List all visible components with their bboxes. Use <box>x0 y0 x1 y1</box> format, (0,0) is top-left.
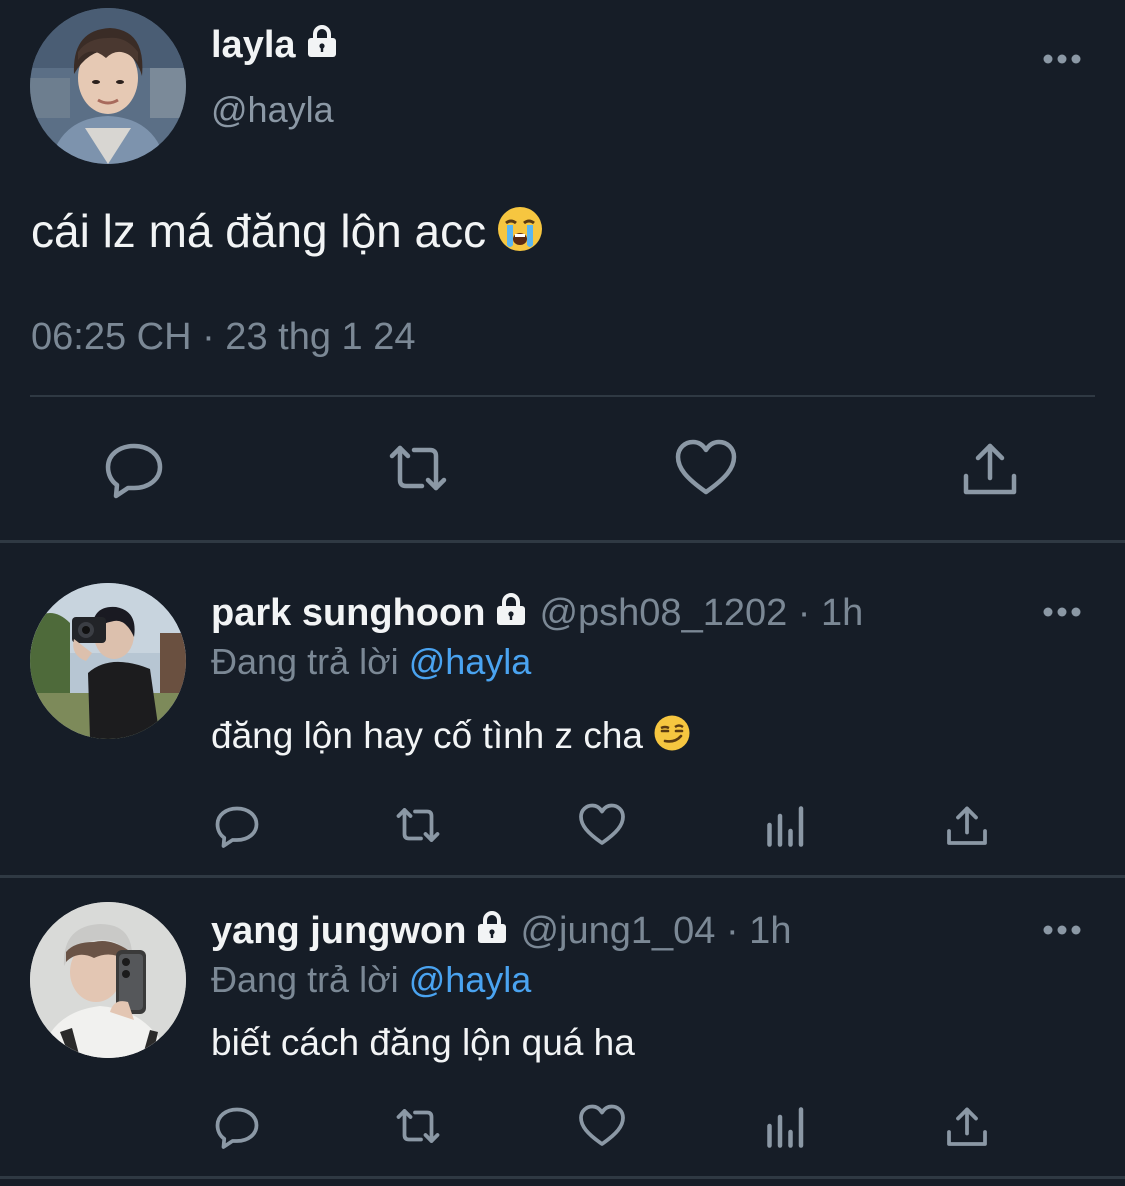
divider <box>0 1176 1125 1179</box>
mention-link[interactable]: @hayla <box>409 959 532 1000</box>
more-options-icon[interactable] <box>1042 605 1082 617</box>
lock-icon <box>304 23 340 70</box>
display-name[interactable]: yang jungwon <box>211 910 466 952</box>
display-name-text[interactable]: layla <box>211 24 296 66</box>
reply-tweet[interactable]: park sunghoon @psh08_1202 · 1h Đang trả l… <box>0 543 1125 875</box>
lock-icon <box>474 909 510 956</box>
replying-to-line: Đang trả lời @hayla <box>211 640 531 684</box>
tweet-text-content: cái lz má đăng lộn acc <box>31 205 487 257</box>
reply-text-content: đăng lộn hay cố tình z cha <box>211 715 643 756</box>
reply-header: yang jungwon @jung1_04 · 1h <box>211 908 791 956</box>
reply-tweet[interactable]: yang jungwon @jung1_04 · 1h Đang trả lời … <box>0 878 1125 1178</box>
avatar[interactable] <box>30 902 186 1058</box>
reply-icon[interactable] <box>213 1102 261 1150</box>
replying-to-line: Đang trả lời @hayla <box>211 958 531 1002</box>
retweet-icon[interactable] <box>394 801 442 849</box>
like-icon[interactable] <box>578 1102 626 1150</box>
reply-time[interactable]: · 1h <box>798 592 863 634</box>
timestamp[interactable]: 06:25 CH · 23 thg 1 24 <box>31 314 415 360</box>
divider <box>30 395 1095 397</box>
main-tweet: layla @hayla cái lz má đăng lộn acc 06:2… <box>0 0 1125 540</box>
lock-icon <box>493 591 529 638</box>
handle[interactable]: @jung1_04 <box>520 910 715 952</box>
share-icon[interactable] <box>943 1102 991 1150</box>
reply-text: biết cách đăng lộn quá ha <box>211 1022 635 1063</box>
mention-link[interactable]: @hayla <box>409 641 532 682</box>
reply-icon[interactable] <box>102 436 166 500</box>
loudly-crying-face-icon <box>496 205 544 265</box>
replying-prefix: Đang trả lời <box>211 641 399 682</box>
like-icon[interactable] <box>674 436 738 500</box>
tweet-text: cái lz má đăng lộn acc <box>31 203 544 265</box>
retweet-icon[interactable] <box>394 1102 442 1150</box>
replying-prefix: Đang trả lời <box>211 959 399 1000</box>
like-icon[interactable] <box>578 801 626 849</box>
handle[interactable]: @hayla <box>211 88 334 132</box>
reply-header: park sunghoon @psh08_1202 · 1h <box>211 590 863 638</box>
share-icon[interactable] <box>943 801 991 849</box>
more-options-icon[interactable] <box>1042 923 1082 935</box>
reply-icon[interactable] <box>213 801 261 849</box>
display-name[interactable]: layla <box>211 22 340 70</box>
avatar[interactable] <box>30 8 186 164</box>
handle[interactable]: @psh08_1202 <box>539 592 787 634</box>
smirking-face-icon <box>653 714 691 763</box>
tweet-thread: layla @hayla cái lz má đăng lộn acc 06:2… <box>0 0 1125 1186</box>
views-icon[interactable] <box>762 801 810 849</box>
reply-time[interactable]: · 1h <box>726 910 791 952</box>
more-options-icon[interactable] <box>1042 52 1082 64</box>
reply-text: đăng lộn hay cố tình z cha <box>211 713 691 763</box>
views-icon[interactable] <box>762 1102 810 1150</box>
share-icon[interactable] <box>958 436 1022 500</box>
retweet-icon[interactable] <box>386 436 450 500</box>
display-name[interactable]: park sunghoon <box>211 592 485 634</box>
avatar[interactable] <box>30 583 186 739</box>
